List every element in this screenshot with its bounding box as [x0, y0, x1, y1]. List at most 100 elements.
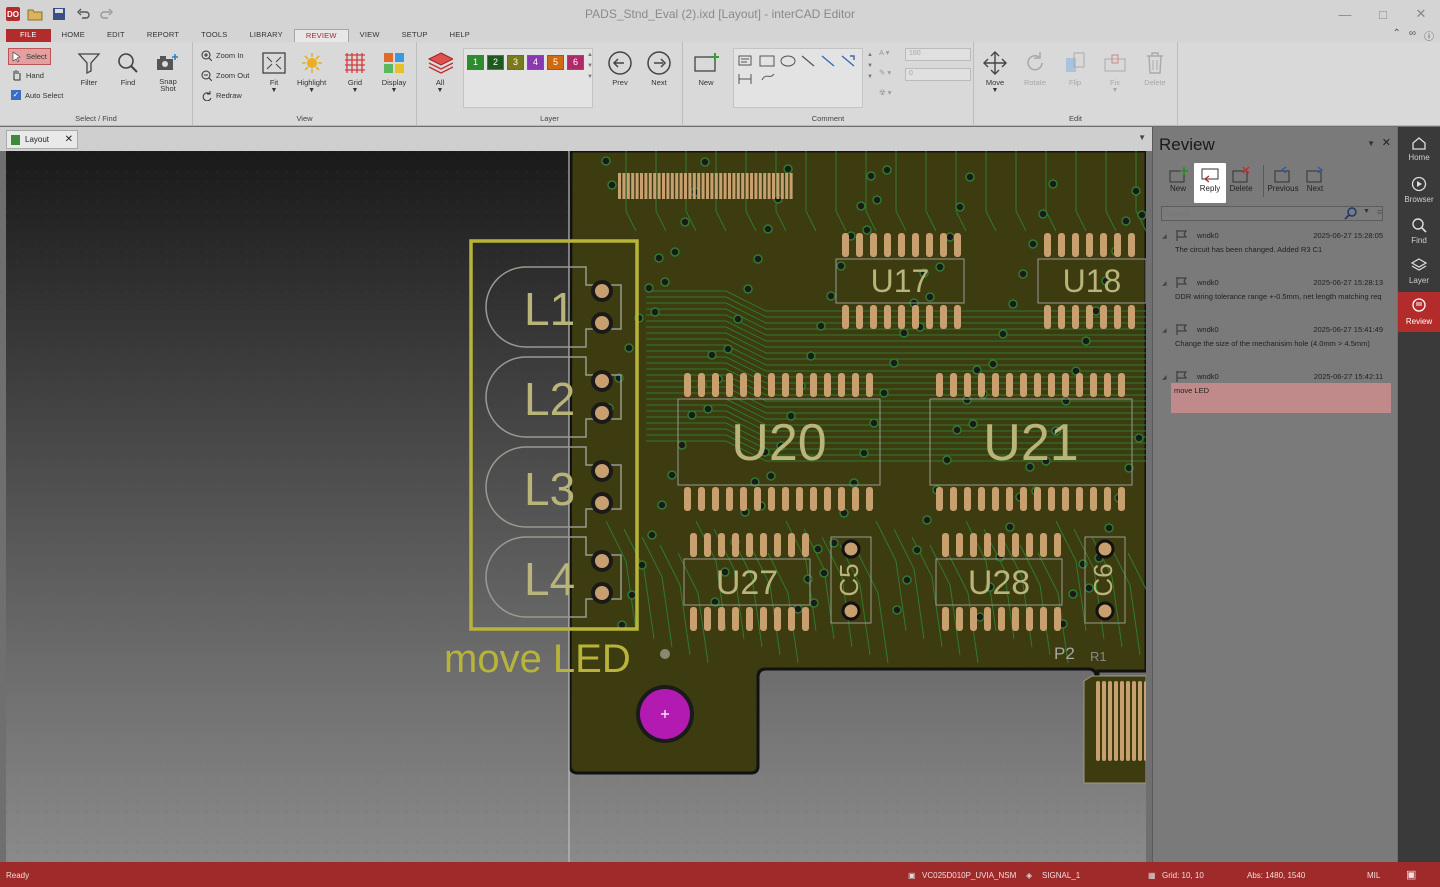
collapse-arrow-icon[interactable]: ◢	[1162, 280, 1167, 287]
layer-5-button[interactable]: 5	[547, 54, 564, 70]
open-folder-icon[interactable]	[26, 6, 44, 22]
collapse-arrow-icon[interactable]: ◢	[1162, 233, 1167, 240]
collapse-arrow-icon[interactable]: ◢	[1162, 327, 1167, 334]
review-reply-button[interactable]: Reply	[1194, 163, 1226, 203]
next-layer-button[interactable]: Next	[646, 50, 672, 87]
redraw-button[interactable]: Redraw	[201, 90, 242, 101]
tab-list-dropdown-icon[interactable]: ▼	[1138, 133, 1146, 142]
close-panel-icon[interactable]: ✕	[1382, 136, 1391, 149]
hand-icon	[13, 70, 21, 81]
review-next-button[interactable]: Next	[1299, 163, 1331, 203]
save-icon[interactable]	[50, 6, 68, 22]
auto-select-checkbox[interactable]: ✓ Auto Select	[11, 90, 63, 100]
review-comment-item[interactable]: ◢ wndk0 2025-06-27 15:41:49 Change the size…	[1162, 324, 1391, 369]
fit-dropdown-icon[interactable]: ▼	[271, 87, 278, 94]
redo-icon[interactable]	[98, 6, 116, 22]
collapse-arrow-icon[interactable]: ◢	[1162, 374, 1167, 381]
grid-dropdown-icon[interactable]: ▼	[352, 87, 359, 94]
text-style-icon[interactable]: A ▾	[879, 48, 889, 57]
filter-list-icon[interactable]: ≡	[1377, 207, 1382, 217]
new-comment-button[interactable]: New	[693, 50, 719, 87]
line-width-field[interactable]: 0	[905, 68, 971, 81]
move-dropdown-icon[interactable]: ▼	[992, 87, 999, 94]
flip-button[interactable]: Flip	[1062, 50, 1088, 87]
zoom-out-button[interactable]: Zoom Out	[201, 70, 249, 81]
review-previous-button[interactable]: Previous	[1267, 163, 1299, 203]
fill-bucket-icon[interactable]: ☢ ▾	[879, 88, 892, 97]
status-grid[interactable]: Grid: 10, 10	[1162, 871, 1204, 880]
pcb-canvas[interactable]: U17 U18 U20 U21 U27 U28 C5 C6 L1 L2 L3 L4 move LED…	[6, 151, 1146, 862]
tab-file[interactable]: FILE	[6, 29, 51, 42]
sidebar-item-browser[interactable]: Browser	[1398, 170, 1440, 210]
tab-edit[interactable]: EDIT	[96, 29, 136, 42]
maximize-icon[interactable]: □	[1364, 0, 1402, 28]
move-led-annotation[interactable]: move LED	[444, 637, 631, 681]
status-unit[interactable]: MIL	[1367, 871, 1380, 880]
filter-button[interactable]: Filter	[76, 50, 102, 87]
tab-tools[interactable]: TOOLS	[190, 29, 238, 42]
minimize-icon[interactable]: —	[1326, 0, 1364, 28]
tab-home[interactable]: HOME	[51, 29, 96, 42]
close-tab-icon[interactable]: ✕	[65, 134, 73, 145]
status-layer[interactable]: SIGNAL_1	[1042, 871, 1080, 880]
tab-library[interactable]: LIBRARY	[238, 29, 293, 42]
sidebar-item-find[interactable]: Find	[1398, 211, 1440, 251]
help-icon[interactable]: ⓘ	[1424, 28, 1434, 43]
layer-scroll[interactable]: ▲ ▼ ▼	[587, 50, 593, 83]
layer-4-button[interactable]: 4	[527, 54, 544, 70]
layer-3-button[interactable]: 3	[507, 54, 524, 70]
trash-icon	[1142, 50, 1168, 76]
all-layers-button[interactable]: All ▼	[427, 50, 453, 94]
undo-icon[interactable]	[74, 6, 92, 22]
layer-6-button[interactable]: 6	[567, 54, 584, 70]
review-delete-button[interactable]: Delete	[1225, 163, 1257, 203]
pen-icon[interactable]: ✎ ▾	[879, 68, 891, 77]
all-dropdown-icon[interactable]: ▼	[437, 87, 444, 94]
hand-button[interactable]: Hand	[11, 69, 44, 81]
sidebar-item-home[interactable]: Home	[1398, 129, 1440, 169]
filter-icon	[76, 50, 102, 76]
review-comment-item[interactable]: ◢ wndk0 2025-06-27 15:42:11 move LED	[1162, 371, 1391, 416]
move-button[interactable]: Move ▼	[982, 50, 1008, 94]
display-button[interactable]: Display ▼	[381, 50, 407, 94]
review-new-button[interactable]: New	[1162, 163, 1194, 203]
close-icon[interactable]: ✕	[1402, 0, 1440, 28]
shape-scroll[interactable]: ▲ ▼ ▼	[867, 50, 873, 83]
zoom-in-button[interactable]: Zoom In	[201, 50, 244, 61]
tab-report[interactable]: REPORT	[136, 29, 190, 42]
layer-1-button[interactable]: 1	[467, 54, 484, 70]
sidebar-item-review[interactable]: Review	[1398, 292, 1440, 332]
shape-palette[interactable]	[733, 48, 863, 108]
tab-setup[interactable]: SETUP	[391, 29, 439, 42]
fullscreen-icon[interactable]: ▣	[1406, 868, 1416, 881]
sidebar-item-layer[interactable]: Layer	[1398, 251, 1440, 291]
review-comment-item[interactable]: ◢ wndk0 2025-06-27 15:28:05 The circuit has…	[1162, 230, 1391, 275]
grid-button[interactable]: Grid ▼	[342, 50, 368, 94]
collapse-ribbon-icon[interactable]: ⌃	[1392, 28, 1400, 43]
select-button[interactable]: Select	[8, 48, 51, 65]
link-icon[interactable]: ∞	[1409, 28, 1416, 43]
highlight-button[interactable]: Highlight ▼	[297, 50, 326, 94]
prev-layer-button[interactable]: Prev	[607, 50, 633, 87]
search-icon[interactable]	[1344, 207, 1358, 220]
snap-shot-button[interactable]: Snap Shot	[153, 50, 183, 92]
panel-options-icon[interactable]: ▼	[1367, 139, 1375, 148]
font-size-field[interactable]: 180	[905, 48, 971, 61]
find-button[interactable]: Find	[115, 50, 141, 87]
fit-button[interactable]: Fit ▼	[261, 50, 287, 94]
tab-layout[interactable]: Layout ✕	[6, 130, 78, 149]
layer-selector[interactable]: 123456	[463, 48, 593, 108]
tab-review[interactable]: REVIEW	[293, 29, 349, 42]
status-net[interactable]: VC025D010P_UVIA_NSM	[922, 871, 1016, 880]
highlight-dropdown-icon[interactable]: ▼	[308, 87, 315, 94]
review-comment-item[interactable]: ◢ wndk0 2025-06-27 15:28:13 DDR wiring tole…	[1162, 277, 1391, 322]
layer-2-button[interactable]: 2	[487, 54, 504, 70]
fix-dropdown-icon[interactable]: ▼	[1112, 87, 1119, 94]
tab-view[interactable]: VIEW	[349, 29, 391, 42]
search-options-icon[interactable]: ▼	[1363, 208, 1370, 215]
rotate-button[interactable]: Rotate	[1022, 50, 1048, 87]
tab-help[interactable]: HELP	[439, 29, 481, 42]
delete-button[interactable]: Delete	[1142, 50, 1168, 87]
display-dropdown-icon[interactable]: ▼	[391, 87, 398, 94]
fix-button[interactable]: Fix ▼	[1102, 50, 1128, 94]
